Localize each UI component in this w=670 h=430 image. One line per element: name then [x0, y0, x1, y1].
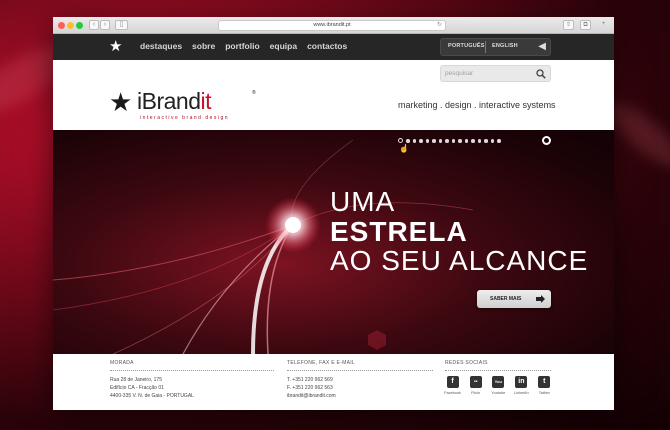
nav-item-destaques[interactable]: destaques [140, 41, 182, 51]
slide-dot[interactable] [412, 139, 416, 143]
footer-phone: T. +351 220 962 569 [287, 377, 333, 383]
slide-dot[interactable] [458, 139, 462, 143]
twitter-icon: t [538, 376, 551, 388]
slide-dot[interactable] [419, 139, 423, 143]
star-home-icon[interactable]: ★ [109, 38, 122, 55]
social-label: Twitter [538, 391, 550, 395]
language-en[interactable]: ENGLISH [492, 43, 518, 49]
slide-dot[interactable] [432, 139, 436, 143]
learn-more-button[interactable]: SABER MAIS [477, 290, 551, 308]
youtube-icon: You [492, 376, 505, 388]
facebook-icon: f [446, 376, 459, 388]
footer-address-line: Edifício CA - Fracção 01 [110, 385, 164, 391]
hero-headline-line2: ESTRELA [330, 216, 468, 247]
logo-wordmark: iBrandit [137, 88, 211, 114]
back-icon[interactable]: ‹ [89, 20, 99, 30]
slideshow-toggle-icon[interactable] [542, 136, 551, 145]
share-icon[interactable]: ⇧ [563, 20, 574, 30]
slide-dot[interactable] [471, 139, 475, 143]
social-links: f Facebook •• Flickr You Youtube in Link… [444, 376, 551, 395]
hand-cursor-icon: ☝ [399, 144, 409, 153]
footer-social: REDES SOCIAIS f Facebook •• Flickr You Y… [444, 360, 551, 395]
logo-star-icon: ★ [109, 87, 133, 117]
slide-dot[interactable] [477, 139, 481, 143]
linkedin-icon: in [515, 376, 528, 388]
social-flickr[interactable]: •• Flickr [469, 376, 482, 395]
speaker-icon[interactable]: ◀ [538, 41, 546, 52]
site-footer: MORADA Rua 28 de Janeiro, 175 Edifício C… [53, 354, 614, 410]
footer-contact-heading: TELEFONE, FAX E E-MAIL [287, 360, 433, 371]
nav-item-equipa[interactable]: equipa [270, 41, 297, 51]
footer-address-line: 4400-335 V. N. de Gaia - PORTUGAL [110, 393, 194, 399]
slide-dot[interactable] [484, 139, 488, 143]
social-label: Flickr [471, 391, 481, 395]
minimize-window-button[interactable] [67, 22, 74, 29]
social-label: Facebook [444, 391, 461, 395]
learn-more-label: SABER MAIS [490, 296, 522, 302]
tabs-icon[interactable]: ⧉ [580, 20, 591, 30]
slide-indicators [398, 138, 501, 143]
language-switcher: PORTUGUÊS ENGLISH ◀ [440, 38, 551, 56]
forward-icon[interactable]: › [100, 20, 110, 30]
reload-icon[interactable]: ↻ [437, 21, 442, 30]
search-icon[interactable] [536, 69, 546, 79]
sidebar-icon[interactable]: ▯ [115, 20, 128, 30]
hero-banner: ☝ UMA ESTRELA AO SEU ALCANCE SABER MAIS [53, 130, 614, 354]
slide-dot[interactable] [464, 139, 468, 143]
footer-address-line: Rua 28 de Janeiro, 175 [110, 377, 162, 383]
nav-menu: destaques sobre portfolio equipa contact… [140, 41, 347, 51]
site-header: ★ iBrandit ® interactive brand design ma… [53, 60, 614, 130]
footer-email-link[interactable]: ibrandit@ibrandit.com [287, 392, 433, 400]
social-youtube[interactable]: You Youtube [491, 376, 505, 395]
social-label: Youtube [491, 391, 506, 395]
site-navigation: ★ destaques sobre portfolio equipa conta… [53, 34, 614, 60]
footer-address: MORADA Rua 28 de Janeiro, 175 Edifício C… [110, 360, 274, 400]
search-input[interactable] [445, 68, 533, 79]
logo-subtitle: interactive brand design [140, 115, 230, 121]
slide-dot[interactable] [438, 139, 442, 143]
slide-dot[interactable] [497, 139, 501, 143]
flickr-icon: •• [469, 376, 482, 388]
slide-dot[interactable] [425, 139, 429, 143]
slide-dot[interactable] [406, 139, 410, 143]
nav-item-portfolio[interactable]: portfolio [225, 41, 259, 51]
language-pt[interactable]: PORTUGUÊS [448, 43, 485, 49]
footer-social-heading: REDES SOCIAIS [445, 360, 551, 371]
footer-fax: F. +351 220 962 563 [287, 385, 333, 391]
footer-address-heading: MORADA [110, 360, 274, 371]
slide-dot[interactable] [490, 139, 494, 143]
slide-dot-active[interactable] [398, 138, 403, 143]
address-bar[interactable]: www.ibrandit.pt ↻ [218, 20, 446, 31]
social-twitter[interactable]: t Twitter [538, 376, 551, 395]
arrow-right-icon [536, 295, 545, 303]
slide-dot[interactable] [451, 139, 455, 143]
logo-registered-mark: ® [252, 90, 256, 96]
nav-item-contactos[interactable]: contactos [307, 41, 347, 51]
new-tab-icon[interactable]: + [599, 20, 608, 30]
language-divider [485, 41, 486, 53]
close-window-button[interactable] [58, 22, 65, 29]
header-tagline: marketing . design . interactive systems [398, 100, 556, 110]
maximize-window-button[interactable] [76, 22, 83, 29]
slide-dot[interactable] [445, 139, 449, 143]
social-linkedin[interactable]: in LinkedIn [514, 376, 529, 395]
hero-headline-line3: AO SEU ALCANCE [330, 245, 589, 276]
social-label: LinkedIn [514, 391, 529, 395]
footer-contact: TELEFONE, FAX E E-MAIL T. +351 220 962 5… [287, 360, 433, 400]
nav-item-sobre[interactable]: sobre [192, 41, 215, 51]
hero-headline-line1: UMA [330, 186, 396, 217]
social-facebook[interactable]: f Facebook [444, 376, 461, 395]
url-text: www.ibrandit.pt [313, 22, 351, 28]
browser-toolbar: ‹ › ▯ www.ibrandit.pt ↻ ⇧ ⧉ + [53, 17, 614, 34]
browser-window: ‹ › ▯ www.ibrandit.pt ↻ ⇧ ⧉ + ★ destaque… [53, 17, 614, 410]
search-box [440, 65, 551, 82]
